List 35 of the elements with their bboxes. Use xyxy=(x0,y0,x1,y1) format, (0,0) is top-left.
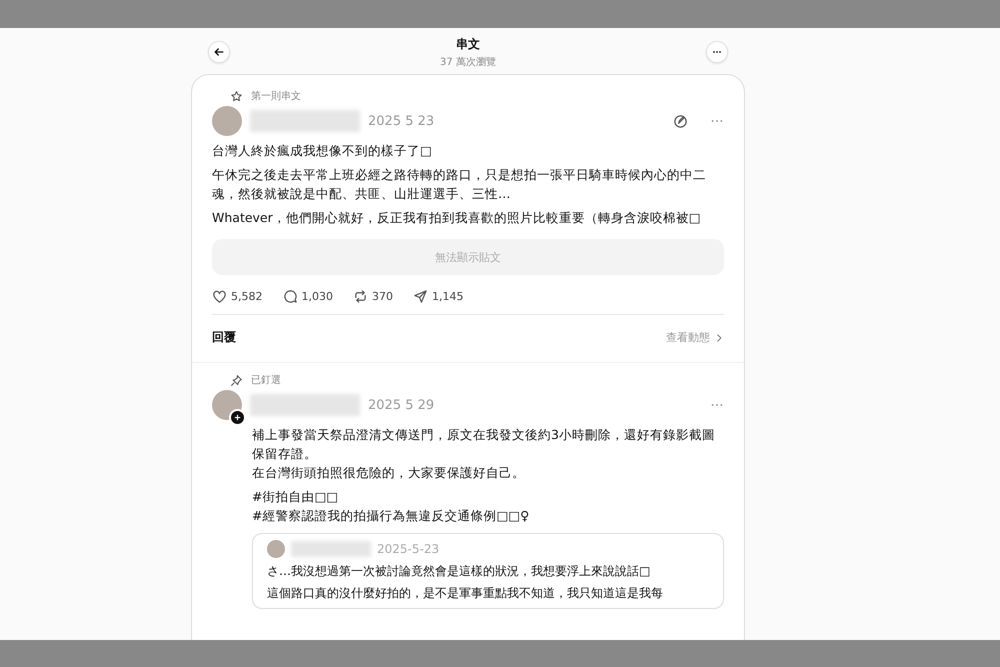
post-text: さ…我沒想過第一次被討論竟然會是這樣的狀況，我想要浮上來說說話□ xyxy=(267,563,652,580)
avatar xyxy=(267,540,285,558)
follow-badge[interactable] xyxy=(229,409,246,426)
back-button[interactable] xyxy=(208,41,230,63)
post-text: 補上事發當天祭品澄清文傳送門，原文在我發文後約3小時刪除，還好有錄影截圖保留存證。 xyxy=(252,426,716,463)
plus-icon xyxy=(233,413,242,422)
post-text: #街拍自由□□ xyxy=(252,488,340,506)
post-date: 2025-5-23 xyxy=(377,542,440,556)
page-title: 串文 xyxy=(456,36,480,52)
replies-heading: 回覆 xyxy=(212,329,236,346)
post-text: #經警察認證我的拍攝行為無違反交通條例□□♀ xyxy=(252,507,530,525)
share-count: 1,145 xyxy=(432,290,464,303)
comment-count: 1,030 xyxy=(302,290,333,303)
repost-count: 370 xyxy=(372,290,393,303)
like-count: 5,582 xyxy=(231,290,262,303)
pin-icon xyxy=(230,374,243,386)
post-text: 午休完之後走去平常上班必經之路待轉的路口，只是想拍一張平日騎車時候內心的中二魂，然後就被說是中配、共匪、山壯運選手、三性… xyxy=(212,166,707,203)
unavailable-post-notice: 無法顯示貼文 xyxy=(212,239,724,275)
post-label: 已釘選 xyxy=(251,374,281,387)
post-date: 2025 5 29 xyxy=(368,398,434,412)
quoted-post[interactable]: 2025-5-23 さ…我沒想過第一次被討論竟然會是這樣的狀況，我想要浮上來說說話□ 這個路口真的沒什麼好拍的，是不是軍事重點我不知道，我只知道這是我每 xyxy=(252,533,724,609)
comment-icon[interactable] xyxy=(282,289,298,304)
share-icon[interactable] xyxy=(413,289,428,304)
post-text: 在台灣街頭拍照很危險的，大家要保護好自己。 xyxy=(252,464,526,482)
back-arrow-icon xyxy=(213,46,225,58)
view-count: 37 萬次瀏覽 xyxy=(440,56,496,68)
post-date: 2025 5 23 xyxy=(368,114,434,128)
post-label: 第一則串文 xyxy=(251,90,301,103)
post-text: 台灣人終於瘋成我想像不到的樣子了□ xyxy=(212,142,433,160)
edit-icon[interactable] xyxy=(673,114,688,128)
star-icon xyxy=(230,90,243,102)
post-text: 這個路口真的沒什麼好拍的，是不是軍事重點我不知道，我只知道這是我每 xyxy=(267,585,664,602)
heart-icon[interactable] xyxy=(212,289,227,304)
repost-icon[interactable] xyxy=(353,289,368,304)
post-text: Whatever，他們開心就好，反正我有拍到我喜歡的照片比較重要（轉身含淚咬棉被□ xyxy=(212,209,702,227)
